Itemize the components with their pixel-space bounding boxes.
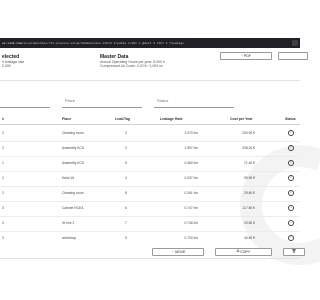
cell-cost: 117.80 €: [242, 206, 255, 210]
col-header-status[interactable]: Status: [285, 117, 296, 121]
cell-leak-tag: 7: [125, 221, 127, 225]
filter-place-label: Place: [65, 98, 76, 103]
arrow-circle-icon[interactable]: →: [288, 220, 294, 226]
cell-cost: 71.40 €: [244, 161, 255, 165]
col-header-id[interactable]: #: [2, 117, 4, 121]
cell-leak-tag: 8: [125, 191, 127, 195]
table-row[interactable]: 2 Assembly KCS 2 1.997 l/m 208.20 € ✓: [0, 141, 300, 156]
check-circle-icon[interactable]: ✓: [288, 160, 294, 166]
cell-leakage-rate: 0.341 l/m: [184, 191, 198, 195]
check-circle-icon[interactable]: ✓: [288, 235, 294, 241]
filter-status[interactable]: Status: [154, 96, 234, 108]
cell-leak-tag: 5: [125, 161, 127, 165]
delete-button[interactable]: 🗑: [283, 248, 305, 256]
move-button-label: MOVE: [175, 250, 186, 254]
selected-line-2: 2,000: [2, 64, 11, 68]
cell-place: Cabinet HCEA: [62, 206, 84, 210]
table-row[interactable]: 3 IH-line 2 7 0.746 l/m 20.50 € →: [0, 216, 300, 231]
cell-cost: 200.90 €: [242, 131, 255, 135]
copy-button[interactable]: ⧉ COPY: [215, 248, 272, 256]
col-header-cost-per-year[interactable]: Cost per Year: [230, 117, 253, 121]
move-button[interactable]: → MOVE: [152, 248, 204, 256]
more-button[interactable]: [278, 52, 308, 60]
url-path: /en/production/rtv-process-setup/10dimen…: [21, 41, 184, 45]
cell-id: 2: [2, 146, 4, 150]
table-header-divider: [0, 124, 300, 125]
copy-icon: ⧉: [236, 249, 240, 254]
url-text[interactable]: ec.sick.com/en/production/rtv-process-se…: [0, 42, 184, 45]
cell-id: 2: [2, 191, 4, 195]
filter-place[interactable]: Place: [62, 96, 142, 108]
table-row[interactable]: 1 Assembly KCS 5 0.460 l/m 71.40 € ✓: [0, 156, 300, 171]
cell-leak-tag: 2: [125, 146, 127, 150]
cell-leak-tag: 6: [125, 206, 127, 210]
cell-leakage-rate: 0.700 l/m: [184, 236, 198, 240]
cell-leak-tag: 9: [125, 236, 127, 240]
cell-place: Cleaning room: [62, 131, 84, 135]
cell-place: IH-line 2: [62, 221, 75, 225]
url-host: ec.sick.com: [2, 41, 22, 45]
cell-cost: 29.60 €: [244, 191, 255, 195]
table-row[interactable]: 2 Cleaning room 3 2.070 l/m 200.90 € ✓: [0, 126, 300, 141]
cell-leakage-rate: 0.746 l/m: [184, 221, 198, 225]
cell-leakage-rate: 0.337 l/m: [184, 176, 198, 180]
cell-place: Hoist 16: [62, 176, 75, 180]
col-header-place[interactable]: Place: [62, 117, 71, 121]
footer-divider: [0, 258, 300, 259]
check-circle-icon[interactable]: ✓: [288, 145, 294, 151]
col-header-leakage-rate[interactable]: Leakage Rate: [160, 117, 183, 121]
cell-place: Assembly KCS: [62, 161, 84, 165]
cell-cost: 208.20 €: [242, 146, 255, 150]
cell-leakage-rate: 0.747 l/m: [184, 206, 198, 210]
filter-first[interactable]: [0, 96, 50, 108]
cell-leak-tag: 3: [125, 131, 127, 135]
copy-button-label: COPY: [240, 250, 251, 254]
cell-id: 2: [2, 131, 4, 135]
cell-place: workshop: [62, 236, 77, 240]
cell-leakage-rate: 1.997 l/m: [184, 146, 198, 150]
check-circle-icon[interactable]: ✓: [288, 175, 294, 181]
cell-id: 3: [2, 236, 4, 240]
cell-cost: 20.50 €: [244, 221, 255, 225]
address-bar[interactable]: ec.sick.com/en/production/rtv-process-se…: [0, 38, 300, 48]
cell-cost: 40.80 €: [244, 236, 255, 240]
arrow-icon: →: [170, 249, 175, 254]
cell-place: Cleaning room: [62, 191, 84, 195]
col-header-leak-tag[interactable]: Leak/Tag: [115, 117, 130, 121]
table-row[interactable]: 3 Cabinet HCEA 6 0.747 l/m 117.80 € →: [0, 201, 300, 216]
cell-id: 3: [2, 206, 4, 210]
extension-icon[interactable]: [292, 40, 298, 46]
cell-cost: 90.90 €: [244, 176, 255, 180]
check-circle-icon[interactable]: ✓: [288, 190, 294, 196]
check-circle-icon[interactable]: ✓: [288, 130, 294, 136]
table-row[interactable]: 2 Cleaning room 8 0.341 l/m 29.60 € ✓: [0, 186, 300, 201]
filter-status-label: Status: [157, 98, 169, 103]
header-divider: [0, 80, 300, 81]
arrow-circle-icon[interactable]: →: [288, 205, 294, 211]
pdf-button-label: PDF: [243, 54, 251, 58]
cell-place: Assembly KCS: [62, 146, 84, 150]
cell-leakage-rate: 2.070 l/m: [184, 131, 198, 135]
cell-id: 2: [2, 176, 4, 180]
cell-id: 1: [2, 161, 4, 165]
pdf-button[interactable]: ↓ PDF: [220, 52, 272, 60]
cell-leak-tag: 4: [125, 176, 127, 180]
table-row[interactable]: 3 workshop 9 0.700 l/m 40.80 € ✓: [0, 231, 300, 246]
cell-leakage-rate: 0.460 l/m: [184, 161, 198, 165]
master-data-costs: Compressed Air Costs: 0.20 € / 1,000 m³: [100, 64, 164, 68]
table-row[interactable]: 2 Hoist 16 4 0.337 l/m 90.90 € ✓: [0, 171, 300, 186]
cell-id: 3: [2, 221, 4, 225]
download-icon: ↓: [241, 53, 243, 58]
trash-icon: 🗑: [291, 249, 297, 254]
